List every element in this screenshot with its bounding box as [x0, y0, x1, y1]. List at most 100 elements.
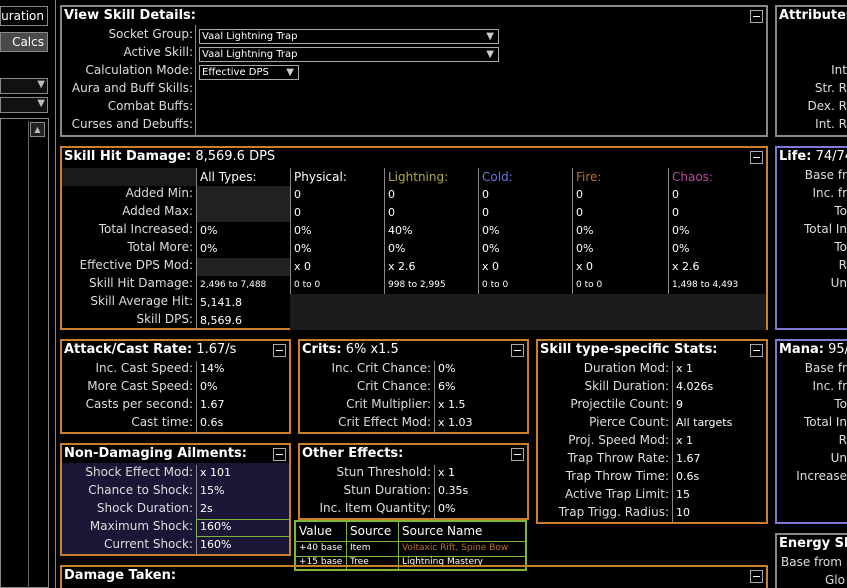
stat-value: 998 to 2,995	[384, 276, 478, 294]
mana-title: Mana:	[779, 342, 824, 357]
stat-value: 0	[478, 204, 572, 222]
socket-group-select[interactable]: Vaal Lightning Trap ▼	[199, 29, 499, 44]
configuration-tab-button[interactable]: uration	[0, 6, 48, 26]
skill-type-stats-section: Skill type-specific Stats: Duration Mod:…	[536, 339, 768, 524]
view-skill-title: View Skill Details:	[64, 8, 196, 23]
stat-label: Duration Mod:	[583, 361, 669, 375]
column-divider	[434, 465, 435, 519]
stat-label: Base fr	[804, 361, 847, 375]
left-list-scrollbar[interactable]: ▲	[28, 121, 46, 588]
stat-value: x 0	[572, 258, 668, 276]
section-title: Non-Damaging Ailments:	[62, 445, 289, 463]
stat-value: 0	[290, 204, 384, 222]
chevron-down-icon: ▼	[37, 79, 45, 90]
collapse-icon[interactable]	[750, 10, 763, 23]
attr-label: Str. R	[814, 81, 847, 95]
stat-label: Skill Duration:	[584, 379, 669, 393]
calcs-tab-button[interactable]: Calcs	[0, 32, 48, 52]
section-title: Energy Sh	[777, 535, 847, 553]
stat-label: R	[838, 258, 847, 272]
stat-label: Pierce Count:	[589, 415, 669, 429]
stat-label: Shock Duration:	[96, 501, 193, 515]
collapse-icon[interactable]	[750, 151, 763, 164]
aura-buff-label: Aura and Buff Skills:	[71, 81, 193, 95]
calc-mode-select[interactable]: Effective DPS ▼	[199, 65, 299, 80]
collapse-icon[interactable]	[511, 344, 524, 357]
collapse-icon[interactable]	[750, 570, 763, 583]
damage-taken-title: Damage Taken:	[64, 568, 177, 583]
stat-value: 9	[676, 398, 683, 411]
row-label: Effective DPS Mod:	[79, 258, 193, 272]
stat-value: 1.67	[200, 398, 225, 411]
stat-value: 160%	[200, 520, 232, 533]
view-skill-details-section: View Skill Details: Socket Group: Active…	[60, 5, 768, 137]
collapse-icon[interactable]	[511, 448, 524, 461]
stat-label: Projectile Count:	[570, 397, 669, 411]
stat-value: 0%	[478, 240, 572, 258]
column-divider	[196, 361, 197, 433]
left-dropdown-1[interactable]: ▼	[0, 78, 48, 94]
stat-label: To	[834, 204, 847, 218]
tooltip-row-value: +40 base	[299, 543, 343, 553]
stat-value: 0%	[196, 240, 290, 258]
stat-value: 0 to 0	[572, 276, 668, 294]
row-label: Added Max:	[122, 204, 193, 218]
stat-value: 8,569.6	[196, 312, 290, 330]
stat-label: Total In	[804, 222, 847, 236]
attack-cast-rate-section: Attack/Cast Rate: 1.67/s Inc. Cast Speed…	[60, 339, 291, 434]
tooltip-header-source-name: Source Name	[402, 524, 483, 538]
attr-label: Int. R	[815, 117, 847, 131]
stat-value: 0%	[478, 222, 572, 240]
attributes-title: Attributes	[779, 8, 847, 23]
stat-value: x 2.6	[668, 258, 766, 276]
column-divider	[195, 25, 196, 135]
stat-value: 0.6s	[676, 470, 700, 483]
stat-label: To	[834, 240, 847, 254]
column-header: Fire:	[572, 168, 668, 186]
stat-label: To	[834, 397, 847, 411]
stat-value: 0%	[438, 502, 456, 515]
stat-value: x 1	[676, 362, 694, 375]
collapse-icon[interactable]	[273, 344, 286, 357]
stat-label: Maximum Shock:	[89, 519, 193, 533]
collapse-icon[interactable]	[273, 448, 286, 461]
skill-hit-damage-section: Skill Hit Damage: 8,569.6 DPS All Types:…	[60, 146, 768, 330]
scroll-up-icon[interactable]: ▲	[30, 122, 45, 137]
stat-label: Un	[830, 276, 847, 290]
stat-label: Total In	[804, 415, 847, 429]
stat-value: 0%	[200, 380, 218, 393]
row-label: Skill Hit Damage:	[89, 276, 193, 290]
attack-cast-value: 1.67/s	[196, 342, 237, 357]
column-divider	[672, 361, 673, 523]
stat-value: 2,496 to 7,488	[196, 276, 290, 294]
stat-value: 6%	[438, 380, 456, 393]
active-skill-select[interactable]: Vaal Lightning Trap ▼	[199, 47, 499, 62]
crits-value: 6% x1.5	[345, 342, 399, 357]
stat-value	[196, 258, 290, 276]
stat-value	[196, 186, 290, 204]
tooltip-row-source-name: Voltaxic Rift, Spine Bow	[402, 543, 509, 553]
collapse-icon[interactable]	[750, 344, 763, 357]
tooltip-col-divider	[398, 522, 399, 569]
stat-label: Trap Trigg. Radius:	[558, 505, 669, 519]
stat-value: 0.35s	[438, 484, 469, 497]
attributes-section: Attributes Int Str. R Dex. R Int. R	[775, 5, 847, 137]
row-label: Skill DPS:	[136, 312, 193, 326]
stat-value: 0	[384, 186, 478, 204]
stat-value: 0%	[290, 222, 384, 240]
stat-value	[196, 204, 290, 222]
stat-label: Inc. fr	[812, 186, 847, 200]
stat-value: 0	[668, 204, 766, 222]
stat-value: 0	[572, 186, 668, 204]
column-header: Physical:	[290, 168, 384, 186]
section-title: Skill Hit Damage: 8,569.6 DPS	[62, 148, 766, 166]
stat-value: x 0	[478, 258, 572, 276]
stat-label: Base fr	[804, 168, 847, 182]
stat-value: 5,141.8	[196, 294, 290, 312]
row-label: Total More:	[127, 240, 193, 254]
left-dropdown-2[interactable]: ▼	[0, 97, 48, 113]
chevron-down-icon: ▼	[486, 49, 494, 60]
stat-value: 1,498 to 4,493	[668, 276, 766, 294]
stat-label: Inc. Cast Speed:	[95, 361, 193, 375]
stat-value: 0.6s	[200, 416, 224, 429]
